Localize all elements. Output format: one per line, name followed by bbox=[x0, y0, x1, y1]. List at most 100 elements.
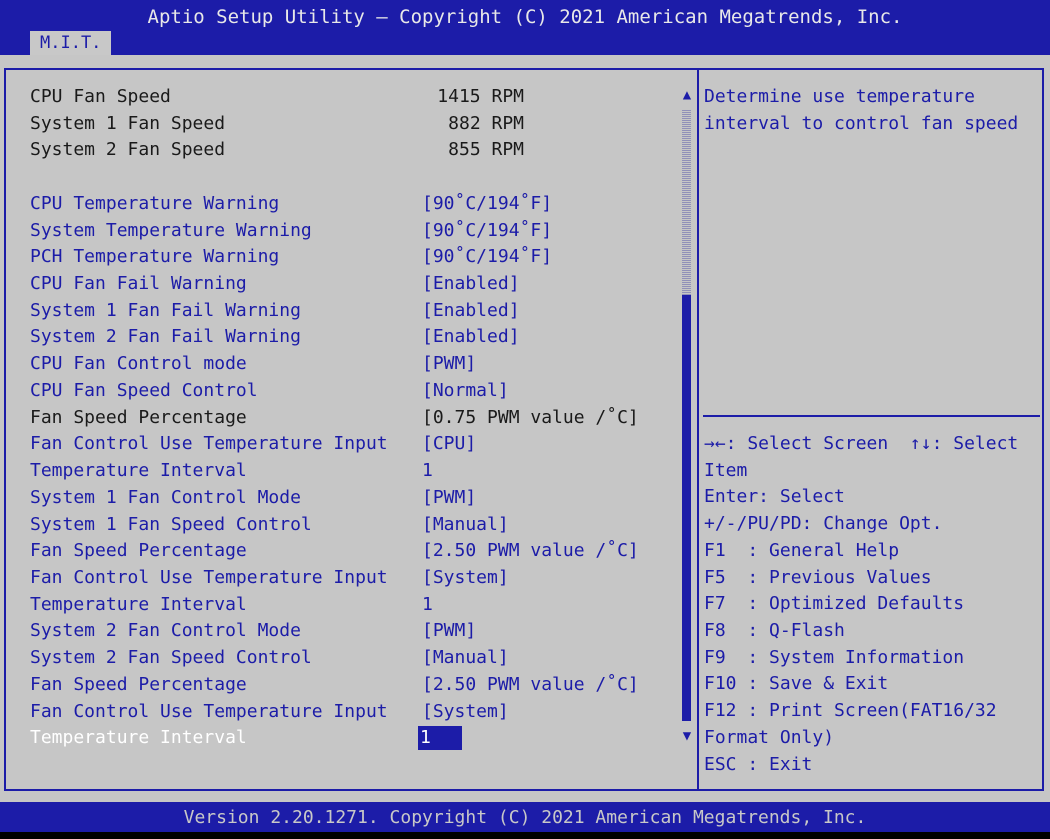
setting-row[interactable]: Temperature Interval 1 bbox=[30, 592, 680, 619]
setting-label: Fan Control Use Temperature Input bbox=[30, 433, 388, 455]
key-help-line: →←: Select Screen ↑↓: Select bbox=[704, 433, 1019, 454]
setting-row: System 1 Fan Speed 882 RPM bbox=[30, 111, 680, 138]
setting-label: Temperature Interval bbox=[30, 727, 247, 749]
setting-value[interactable]: [Enabled] bbox=[422, 271, 520, 298]
setting-row[interactable]: CPU Temperature Warning [90˚C/194˚F] bbox=[30, 191, 680, 218]
setting-label: CPU Fan Control mode bbox=[30, 353, 247, 375]
key-help-line: F7 : Optimized Defaults bbox=[704, 593, 965, 615]
key-help-line: Enter: Select bbox=[704, 486, 845, 508]
setting-value[interactable]: [Enabled] bbox=[422, 324, 520, 351]
setting-row[interactable]: System 2 Fan Speed Control [Manual] bbox=[30, 645, 680, 672]
setting-label: System 1 Fan Speed bbox=[30, 112, 226, 134]
key-help-line: +/-/PU/PD: Change Opt. bbox=[704, 513, 943, 535]
window-title: Aptio Setup Utility – Copyright (C) 2021… bbox=[147, 6, 903, 28]
setting-row[interactable]: Fan Control Use Temperature Input [System… bbox=[30, 565, 680, 592]
setting-value: 855 RPM bbox=[448, 139, 524, 161]
setting-value[interactable]: [Normal] bbox=[422, 378, 509, 405]
setting-row[interactable]: CPU Fan Speed Control [Normal] bbox=[30, 378, 680, 405]
setting-label: System 1 Fan Fail Warning bbox=[30, 299, 301, 321]
setting-value[interactable]: 1 bbox=[422, 592, 433, 619]
setting-row[interactable]: Fan Speed Percentage [2.50 PWM value /˚C] bbox=[30, 672, 680, 699]
setting-row[interactable]: System 2 Fan Fail Warning [Enabled] bbox=[30, 324, 680, 351]
footer-bar: Version 2.20.1271. Copyright (C) 2021 Am… bbox=[0, 802, 1050, 832]
setting-row[interactable]: Fan Control Use Temperature Input [CPU] bbox=[30, 431, 680, 458]
setting-row[interactable]: System 1 Fan Speed Control [Manual] bbox=[30, 512, 680, 539]
setting-label: Fan Control Use Temperature Input bbox=[30, 700, 388, 722]
setting-value[interactable]: [System] bbox=[422, 699, 509, 726]
setting-label: System 2 Fan Control Mode bbox=[30, 620, 301, 642]
setting-value[interactable]: [CPU] bbox=[422, 431, 476, 458]
key-help-line: F12 : Print Screen(FAT16/32 bbox=[704, 700, 997, 722]
scrollbar-track[interactable] bbox=[682, 110, 691, 295]
setting-label: Fan Control Use Temperature Input bbox=[30, 566, 388, 588]
setting-label: CPU Fan Speed bbox=[30, 86, 171, 107]
setting-row[interactable]: System 2 Fan Control Mode [PWM] bbox=[30, 618, 680, 645]
setting-label: Fan Speed Percentage bbox=[30, 540, 247, 562]
setting-row[interactable]: PCH Temperature Warning [90˚C/194˚F] bbox=[30, 244, 680, 271]
key-help-line: Item bbox=[704, 459, 748, 481]
setting-value[interactable]: [90˚C/194˚F] bbox=[422, 244, 552, 271]
setting-label: System 2 Fan Fail Warning bbox=[30, 326, 301, 348]
setting-row: System 2 Fan Speed 855 RPM bbox=[30, 137, 680, 164]
key-help-line: F8 : Q-Flash bbox=[704, 620, 845, 642]
help-description-line: interval to control fan speed bbox=[704, 112, 1019, 134]
setting-row[interactable]: System 1 Fan Control Mode [PWM] bbox=[30, 485, 680, 512]
setting-value[interactable]: [90˚C/194˚F] bbox=[422, 218, 552, 245]
setting-value: 882 RPM bbox=[448, 112, 524, 134]
setting-value[interactable]: [PWM] bbox=[422, 485, 476, 512]
setting-value[interactable]: [PWM] bbox=[422, 618, 476, 645]
key-help-line: ESC : Exit bbox=[704, 753, 813, 775]
header-bar: Aptio Setup Utility – Copyright (C) 2021… bbox=[0, 0, 1050, 55]
scrollbar-thumb[interactable] bbox=[682, 295, 691, 721]
setting-value[interactable]: [Manual] bbox=[422, 645, 509, 672]
setting-label: Temperature Interval bbox=[30, 593, 247, 615]
setting-label: CPU Fan Fail Warning bbox=[30, 273, 247, 295]
setting-value: 1415 RPM bbox=[437, 86, 524, 107]
setting-label: PCH Temperature Warning bbox=[30, 246, 280, 268]
setting-label: CPU Temperature Warning bbox=[30, 192, 280, 214]
setting-label: Fan Speed Percentage bbox=[30, 673, 247, 695]
setting-label: CPU Fan Speed Control bbox=[30, 379, 258, 401]
setting-row: Fan Speed Percentage [0.75 PWM value /˚C] bbox=[30, 405, 680, 432]
setting-value[interactable]: 1 bbox=[422, 458, 433, 485]
vertical-divider bbox=[697, 68, 699, 791]
main-panel: CPU Fan Speed 1415 RPM System 1 Fan Speed 8… bbox=[0, 55, 1050, 802]
scroll-up-icon[interactable]: ▲ bbox=[680, 87, 694, 103]
setting-label: System 1 Fan Control Mode bbox=[30, 486, 301, 508]
setting-value[interactable]: [System] bbox=[422, 565, 509, 592]
setting-label: System Temperature Warning bbox=[30, 219, 312, 241]
setting-row: CPU Fan Speed 1415 RPM bbox=[30, 84, 680, 111]
setting-value[interactable]: [2.50 PWM value /˚C] bbox=[422, 672, 639, 699]
setting-label: Fan Speed Percentage bbox=[30, 406, 247, 428]
tab-mit[interactable]: M.I.T. bbox=[30, 31, 112, 55]
setting-value[interactable]: [Manual] bbox=[422, 512, 509, 539]
setting-row[interactable]: Temperature Interval 1 bbox=[30, 458, 680, 485]
setting-row[interactable]: Temperature Interval 1 bbox=[30, 725, 680, 752]
setting-label: System 2 Fan Speed Control bbox=[30, 647, 312, 669]
setting-row[interactable]: System 1 Fan Fail Warning [Enabled] bbox=[30, 298, 680, 325]
bottom-strip bbox=[0, 832, 1050, 839]
key-help-line: F9 : System Information bbox=[704, 646, 965, 668]
scroll-down-icon[interactable]: ▼ bbox=[680, 728, 694, 744]
key-help-line: F10 : Save & Exit bbox=[704, 673, 889, 695]
key-help-line: F1 : General Help bbox=[704, 539, 900, 561]
setting-row[interactable]: CPU Fan Control mode [PWM] bbox=[30, 351, 680, 378]
footer-version: Version 2.20.1271. Copyright (C) 2021 Am… bbox=[183, 807, 867, 828]
setting-row[interactable]: Fan Control Use Temperature Input [System… bbox=[30, 699, 680, 726]
setting-value[interactable]: [PWM] bbox=[422, 351, 476, 378]
help-description-line: Determine use temperature bbox=[704, 86, 975, 107]
setting-value[interactable]: [Enabled] bbox=[422, 298, 520, 325]
setting-label: System 2 Fan Speed bbox=[30, 139, 226, 161]
setting-row[interactable]: CPU Fan Fail Warning [Enabled] bbox=[30, 271, 680, 298]
setting-label: System 1 Fan Speed Control bbox=[30, 513, 312, 535]
setting-value[interactable]: [2.50 PWM value /˚C] bbox=[422, 538, 639, 565]
horizontal-divider bbox=[703, 415, 1040, 417]
setting-value: [0.75 PWM value /˚C] bbox=[422, 406, 639, 428]
setting-value[interactable]: 1 bbox=[418, 726, 462, 751]
key-help-line: F5 : Previous Values bbox=[704, 566, 932, 588]
setting-value[interactable]: [90˚C/194˚F] bbox=[422, 191, 552, 218]
setting-row[interactable]: System Temperature Warning [90˚C/194˚F] bbox=[30, 218, 680, 245]
key-help-line: Format Only) bbox=[704, 726, 835, 748]
setting-label: Temperature Interval bbox=[30, 460, 247, 482]
setting-row[interactable]: Fan Speed Percentage [2.50 PWM value /˚C] bbox=[30, 538, 680, 565]
